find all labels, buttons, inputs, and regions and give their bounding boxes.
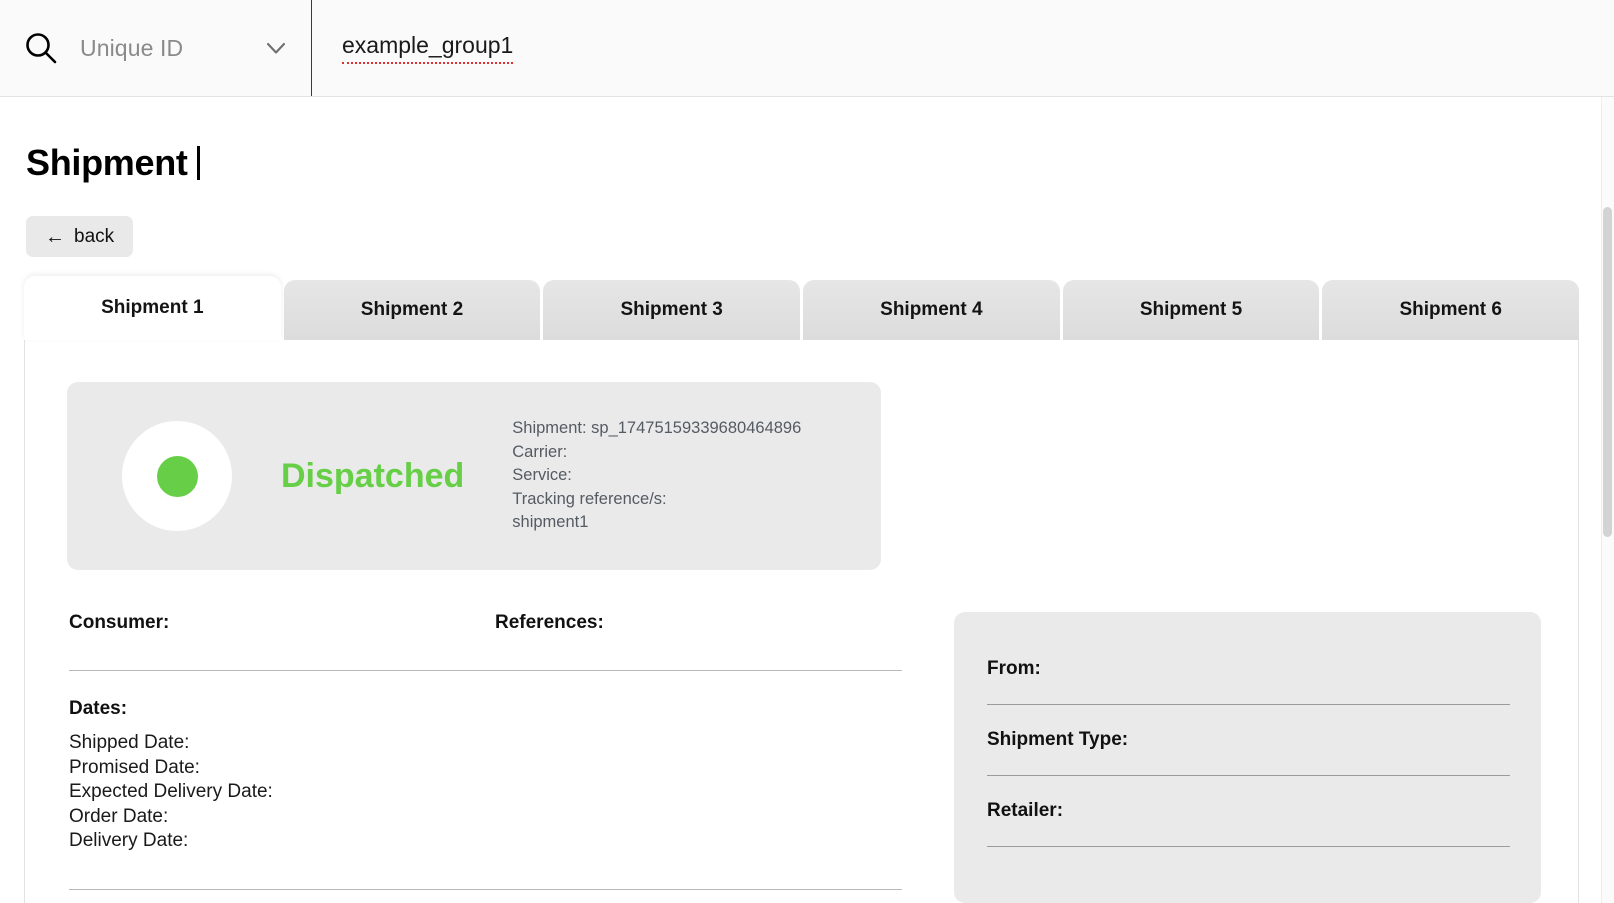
info-divider-1: [987, 704, 1510, 705]
tab-shipment-5[interactable]: Shipment 5: [1063, 280, 1320, 340]
back-arrow-icon: ←: [45, 227, 65, 247]
page-title-text: Shipment: [26, 142, 188, 183]
back-button[interactable]: ← back: [26, 216, 133, 257]
search-icon: [24, 31, 58, 65]
tab-label: Shipment 5: [1140, 299, 1242, 321]
status-indicator-ring: [122, 421, 232, 531]
tab-label: Shipment 4: [880, 299, 982, 321]
order-date-label: Order Date:: [69, 805, 902, 830]
vertical-scrollbar-track[interactable]: [1601, 97, 1614, 903]
expected-delivery-date-label: Expected Delivery Date:: [69, 780, 902, 805]
shipment-type-label: Shipment Type:: [987, 729, 1510, 751]
vertical-scrollbar-thumb[interactable]: [1603, 207, 1612, 537]
tab-shipment-3[interactable]: Shipment 3: [543, 280, 800, 340]
tab-shipment-4[interactable]: Shipment 4: [803, 280, 1060, 340]
references-label: References:: [495, 612, 604, 634]
retailer-label: Retailer:: [987, 800, 1510, 822]
delivery-date-label: Delivery Date:: [69, 829, 902, 854]
tab-label: Shipment 1: [101, 297, 203, 319]
dates-section-title: Dates:: [69, 698, 902, 720]
promised-date-label: Promised Date:: [69, 756, 902, 781]
info-divider-2: [987, 775, 1510, 776]
query-display-area: example_group1: [312, 0, 1614, 96]
tracking-reference-label: Tracking reference/s:: [512, 488, 801, 512]
shipment-info-card: From: Shipment Type: Retailer:: [954, 612, 1541, 903]
consumer-label: Consumer:: [69, 612, 495, 634]
tab-shipment-2[interactable]: Shipment 2: [284, 280, 541, 340]
text-caret: [197, 146, 200, 180]
service-line: Service:: [512, 464, 801, 488]
from-label: From:: [987, 658, 1510, 680]
tab-shipment-6[interactable]: Shipment 6: [1322, 280, 1579, 340]
details-header-row: Consumer: References:: [69, 612, 902, 634]
tab-label: Shipment 6: [1399, 299, 1501, 321]
chevron-down-icon[interactable]: [263, 35, 289, 61]
dates-list: Shipped Date: Promised Date: Expected De…: [69, 731, 902, 854]
page-title: Shipment: [26, 142, 200, 184]
shipment-details-left: Consumer: References: Dates: Shipped Dat…: [69, 612, 902, 854]
shipment-status-card: Dispatched Shipment: sp_1747515933968046…: [67, 382, 881, 570]
top-search-bar: Unique ID example_group1: [0, 0, 1614, 97]
dates-section-divider: [69, 889, 902, 890]
unique-id-search-group[interactable]: Unique ID: [0, 0, 312, 96]
tab-label: Shipment 2: [361, 299, 463, 321]
shipped-date-label: Shipped Date:: [69, 731, 902, 756]
tracking-reference-value: shipment1: [512, 511, 801, 535]
status-dot-icon: [157, 456, 198, 497]
query-value[interactable]: example_group1: [342, 32, 513, 64]
shipment-tabs: Shipment 1 Shipment 2 Shipment 3 Shipmen…: [24, 278, 1579, 340]
tab-shipment-1[interactable]: Shipment 1: [24, 276, 281, 340]
search-input[interactable]: Unique ID: [80, 35, 183, 62]
shipment-id-line: Shipment: sp_17475159339680464896: [512, 417, 801, 441]
status-label: Dispatched: [281, 457, 464, 496]
back-button-label: back: [74, 226, 114, 248]
shipment-meta-block: Shipment: sp_17475159339680464896 Carrie…: [512, 417, 801, 535]
tab-label: Shipment 3: [620, 299, 722, 321]
info-divider-3: [987, 846, 1510, 847]
carrier-line: Carrier:: [512, 441, 801, 465]
details-divider: [69, 670, 902, 671]
shipment-detail-panel: Dispatched Shipment: sp_1747515933968046…: [24, 340, 1579, 903]
